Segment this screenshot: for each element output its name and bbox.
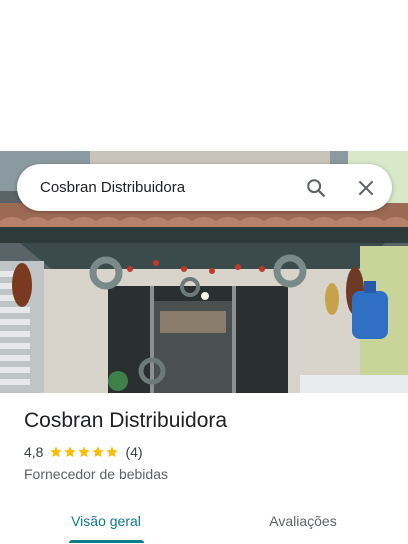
- active-tab-indicator: [69, 540, 144, 543]
- star-icon: [50, 446, 63, 458]
- search-input[interactable]: [40, 175, 296, 200]
- rating-row[interactable]: 4,8 (4): [24, 444, 143, 460]
- place-info-panel: Cosbran Distribuidora 4,8 (4) Fornecedor…: [0, 393, 408, 544]
- tab-reviews[interactable]: Avaliações: [258, 497, 348, 544]
- tab-bar: Visão geral Avaliações: [0, 497, 408, 544]
- rating-value: 4,8: [24, 444, 44, 460]
- tab-reviews-label: Avaliações: [269, 512, 337, 529]
- close-icon: [359, 180, 373, 195]
- rating-stars: [49, 445, 119, 459]
- star-icon: [92, 446, 105, 458]
- review-count: (4): [125, 444, 143, 460]
- search-bar: [17, 164, 392, 211]
- place-category: Fornecedor de bebidas: [24, 466, 168, 482]
- search-button[interactable]: [296, 168, 336, 208]
- star-icon: [78, 446, 91, 458]
- star-icon: [64, 446, 77, 458]
- clear-search-button[interactable]: [346, 168, 386, 208]
- search-icon: [307, 178, 325, 197]
- tab-overview-label: Visão geral: [71, 512, 141, 529]
- star-icon: [106, 446, 119, 458]
- place-title: Cosbran Distribuidora: [24, 409, 228, 432]
- tab-overview[interactable]: Visão geral: [66, 497, 146, 544]
